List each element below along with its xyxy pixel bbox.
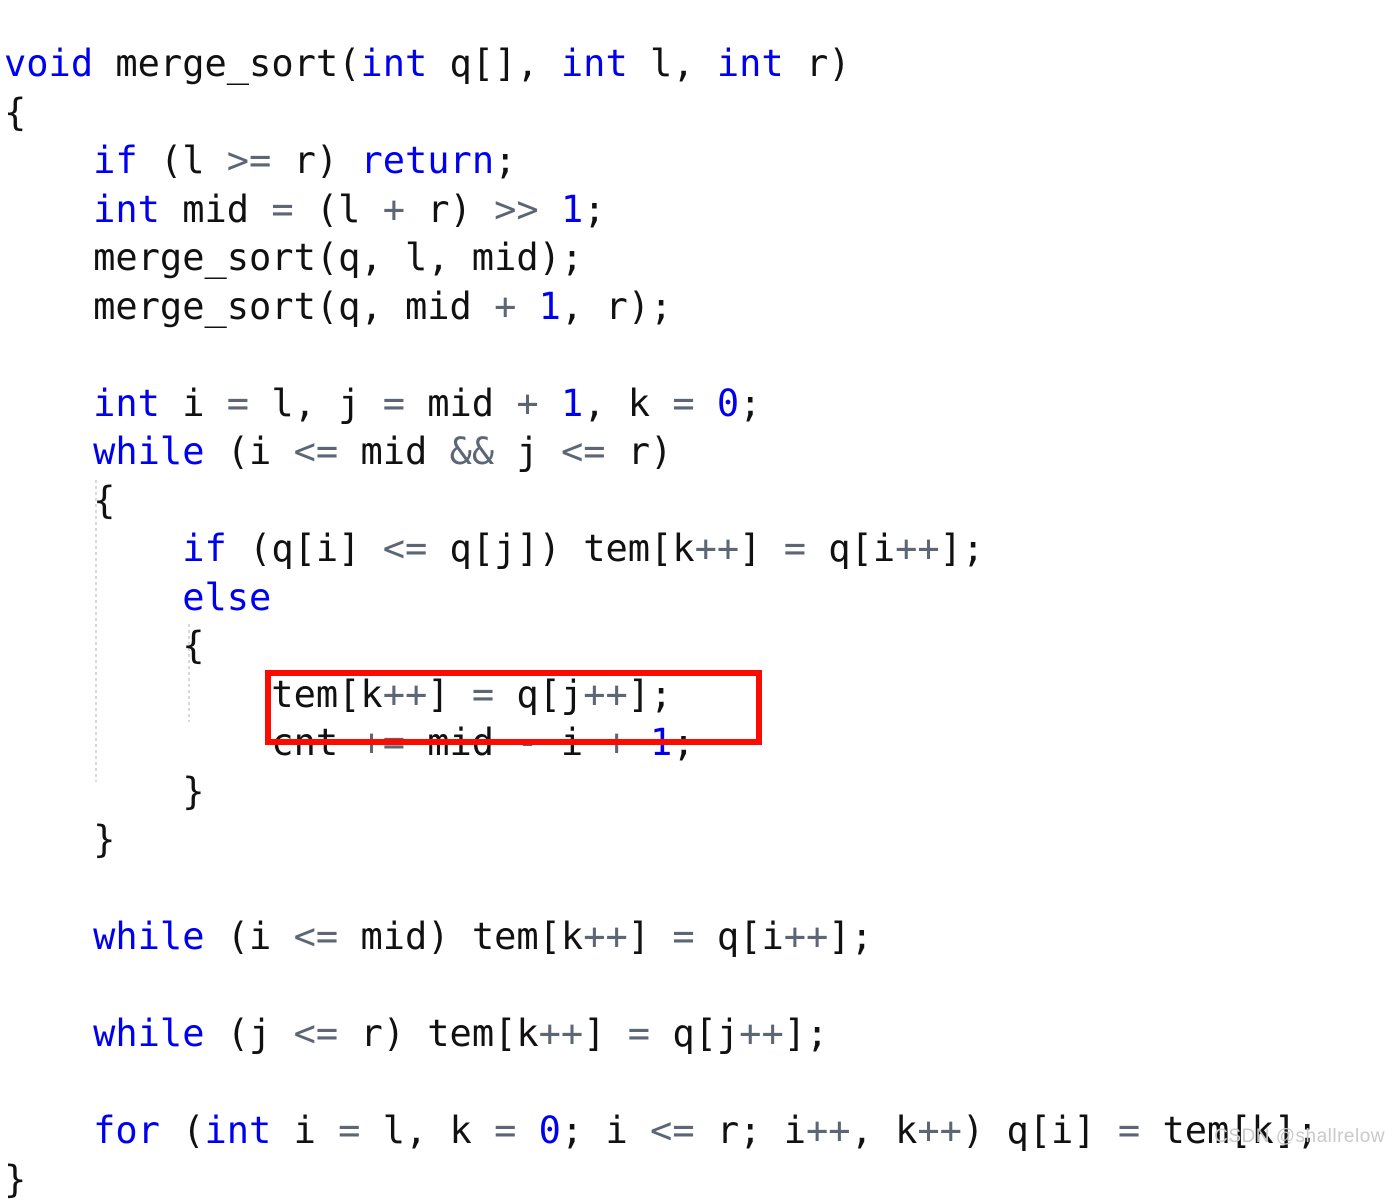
code-line-24: } xyxy=(4,1156,1318,1204)
code-screenshot-surface: void merge_sort(int q[], int l, int r){ … xyxy=(0,0,1397,1157)
code-line-11: if (q[i] <= q[j]) tem[k++] = q[i++]; xyxy=(4,525,1318,574)
code-line-22-blank xyxy=(4,1059,1318,1108)
code-line-23: for (int i = l, k = 0; i <= r; i++, k++)… xyxy=(4,1107,1318,1156)
code-line-6: merge_sort(q, mid + 1, r); xyxy=(4,283,1318,332)
code-line-3: if (l >= r) return; xyxy=(4,137,1318,186)
code-line-18-blank xyxy=(4,865,1318,914)
code-line-21: while (j <= r) tem[k++] = q[j++]; xyxy=(4,1010,1318,1059)
code-line-2: { xyxy=(4,89,1318,138)
csdn-watermark: CSDN @shallrelow xyxy=(1214,1126,1385,1148)
code-line-10: { xyxy=(4,477,1318,526)
code-line-14: tem[k++] = q[j++]; xyxy=(4,671,1318,720)
code-line-12: else xyxy=(4,574,1318,623)
code-line-19: while (i <= mid) tem[k++] = q[i++]; xyxy=(4,913,1318,962)
code-listing: void merge_sort(int q[], int l, int r){ … xyxy=(4,40,1318,1204)
code-line-8: int i = l, j = mid + 1, k = 0; xyxy=(4,380,1318,429)
code-line-16: } xyxy=(4,768,1318,817)
code-line-9: while (i <= mid && j <= r) xyxy=(4,428,1318,477)
code-line-4: int mid = (l + r) >> 1; xyxy=(4,186,1318,235)
code-line-17: } xyxy=(4,816,1318,865)
code-line-1: void merge_sort(int q[], int l, int r) xyxy=(4,40,1318,89)
code-line-7-blank xyxy=(4,331,1318,380)
code-line-5: merge_sort(q, l, mid); xyxy=(4,234,1318,283)
code-line-13: { xyxy=(4,622,1318,671)
code-line-15-highlighted: cnt += mid - i + 1; xyxy=(4,719,1318,768)
code-line-20-blank xyxy=(4,962,1318,1011)
